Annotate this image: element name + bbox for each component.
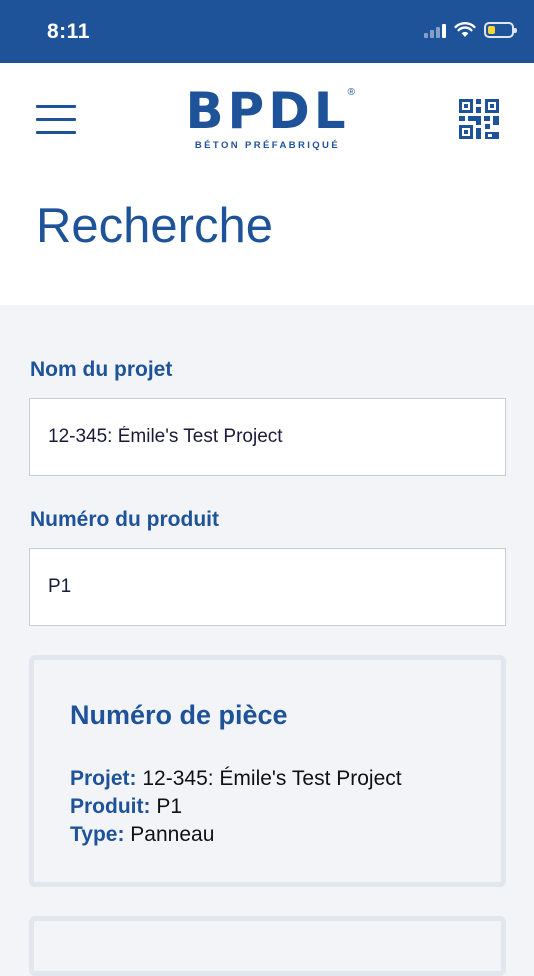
result-card-title: Numéro de pièce <box>70 700 288 730</box>
result-type-label: Type: <box>70 823 125 846</box>
result-card[interactable]: Numéro de pièce Projet: 12-345: Émile's … <box>29 655 506 887</box>
project-name-label: Nom du projet <box>30 358 173 381</box>
logo-tagline: BÉTON PRÉFABRIQUÉ <box>194 140 341 151</box>
logo-wordmark: BPDL <box>185 82 350 140</box>
qr-code-icon[interactable] <box>459 99 499 139</box>
status-time: 8:11 <box>47 20 90 43</box>
product-number-label: Numéro du produit <box>30 508 219 531</box>
status-bar: 8:11 <box>0 0 534 63</box>
project-name-input[interactable] <box>29 398 506 476</box>
result-project-row: Projet: 12-345: Émile's Test Project <box>70 767 402 791</box>
battery-icon <box>484 22 517 38</box>
cellular-signal-icon <box>424 22 446 38</box>
hamburger-menu-icon[interactable] <box>36 105 76 135</box>
product-number-input[interactable] <box>29 548 506 626</box>
result-product-value: P1 <box>156 795 183 818</box>
result-card[interactable] <box>29 916 506 976</box>
result-product-label: Produit: <box>70 795 151 818</box>
result-project-value: 12-345: Émile's Test Project <box>142 767 402 790</box>
title-band: Recherche <box>0 176 534 305</box>
result-type-row: Type: Panneau <box>70 823 214 847</box>
app-header: BPDL ® BÉTON PRÉFABRIQUÉ <box>0 63 534 176</box>
wifi-icon <box>454 22 476 37</box>
battery-level <box>488 26 495 34</box>
result-project-label: Projet: <box>70 767 137 790</box>
logo-registered-mark: ® <box>347 87 355 98</box>
status-icons <box>424 22 517 38</box>
result-type-value: Panneau <box>130 823 215 846</box>
page-title: Recherche <box>36 199 273 253</box>
bpdl-logo: BPDL ® BÉTON PRÉFABRIQUÉ <box>180 82 355 153</box>
result-product-row: Produit: P1 <box>70 795 182 819</box>
